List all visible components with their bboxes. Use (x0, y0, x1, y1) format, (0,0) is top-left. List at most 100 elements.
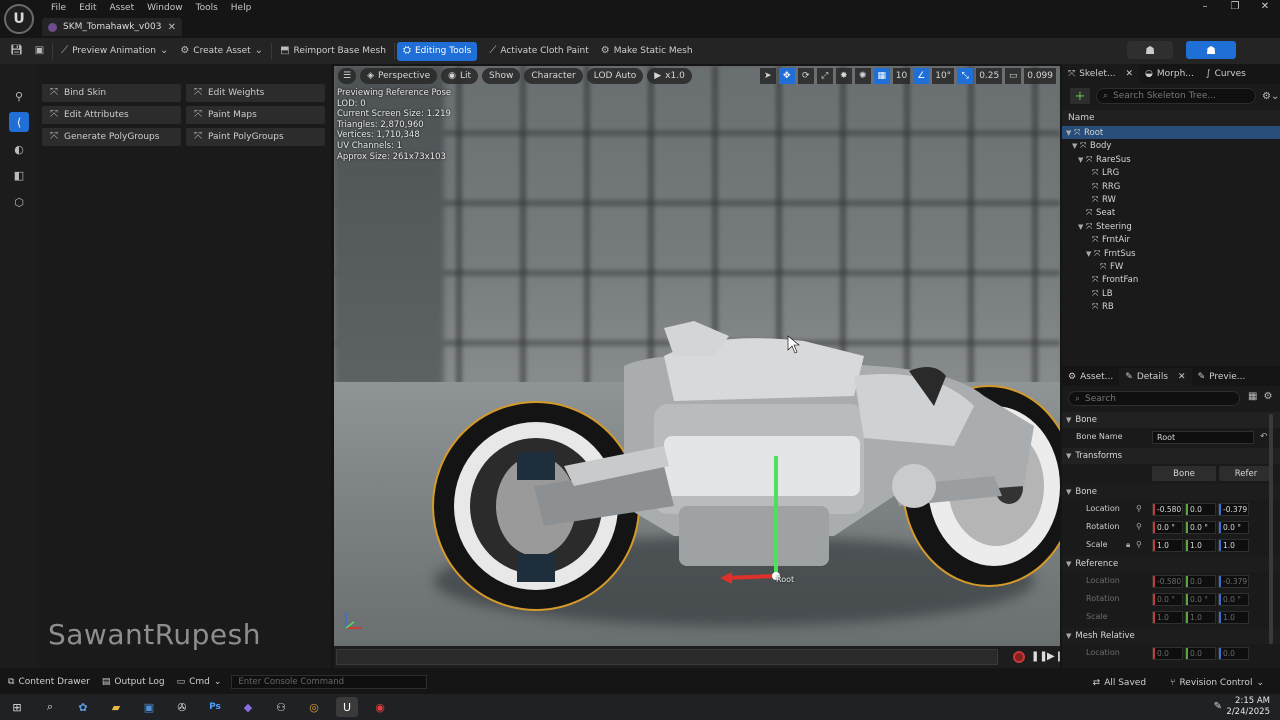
close-tab-icon[interactable]: ✕ (1126, 69, 1134, 79)
expand-arrow-icon[interactable]: ▼ (1086, 248, 1094, 261)
location-y-field[interactable]: 0.0 (1185, 503, 1216, 516)
taskbar-clock[interactable]: 2:15 AM 2/24/2025 (1226, 696, 1270, 718)
reset-rotation-icon[interactable]: ⚲ (1136, 522, 1142, 531)
menu-asset[interactable]: Asset (104, 2, 142, 16)
scale-snap-value[interactable]: 0.25 (976, 68, 1003, 84)
subsection-bone[interactable]: ▼ Bone (1062, 484, 1280, 500)
generate-polygroups-button[interactable]: ⤧ Generate PolyGroups (42, 128, 181, 146)
scale-mode-icon[interactable]: ⤢ (816, 68, 833, 84)
reimport-base-mesh-button[interactable]: ⬒ Reimport Base Mesh (274, 42, 392, 61)
location-z-field[interactable]: -0.379 (1218, 503, 1249, 516)
tree-row[interactable]: ⤧ RRG (1062, 180, 1280, 193)
rotation-y-field[interactable]: 0.0 ° (1185, 521, 1216, 534)
tree-row[interactable]: ⤧ RB (1062, 300, 1280, 313)
tree-row[interactable]: ⤧ LRG (1062, 166, 1280, 179)
reset-icon[interactable]: ↶ (1260, 432, 1268, 442)
photoshop-icon[interactable]: Ps (204, 697, 226, 717)
subsection-mesh-relative[interactable]: ▼ Mesh Relative (1062, 628, 1280, 644)
camera-speed-value[interactable]: 0.099 (1024, 68, 1056, 84)
paint-maps-button[interactable]: ⤧ Paint Maps (186, 106, 325, 124)
close-tab-icon[interactable]: ✕ (1178, 372, 1186, 382)
subsection-reference[interactable]: ▼ Reference (1062, 556, 1280, 572)
pause-icon[interactable]: ❚❚ (1031, 651, 1048, 662)
lod-button[interactable]: LOD Auto (586, 68, 644, 84)
location-x-field[interactable]: -0.580 (1152, 503, 1183, 516)
menu-help[interactable]: Help (225, 2, 259, 16)
editing-tools-button[interactable]: ⛭ Editing Tools (396, 41, 478, 61)
browse-button[interactable]: ▣ (29, 42, 50, 61)
playback-speed-button[interactable]: ▶ x1.0 (647, 68, 692, 84)
tree-row[interactable]: ▼ ⤧ Body (1062, 139, 1280, 152)
expand-arrow-icon[interactable]: ▼ (1066, 127, 1074, 140)
record-icon[interactable] (1013, 651, 1025, 663)
translate-mode-icon[interactable]: ✥ (778, 68, 795, 84)
skin-weights-icon[interactable]: ⟨ (9, 112, 29, 132)
tab-skeleton[interactable]: ⤧ Skelet... ✕ (1062, 64, 1140, 84)
menu-window[interactable]: Window (141, 2, 190, 16)
mesh-mode-button[interactable]: ☗ (1186, 41, 1236, 59)
bind-skin-button[interactable]: ⤧ Bind Skin (42, 84, 181, 102)
skeleton-mode-button[interactable]: ☗ (1127, 41, 1173, 59)
revision-control-button[interactable]: ⑂ Revision Control ⌄ (1164, 673, 1270, 693)
make-static-mesh-button[interactable]: ⚙ Make Static Mesh (595, 42, 699, 61)
tab-asset-details[interactable]: ⚙ Asset... (1062, 368, 1119, 386)
tree-row[interactable]: ⤧ FW (1062, 260, 1280, 273)
perspective-button[interactable]: ◈ Perspective (360, 68, 438, 84)
menu-edit[interactable]: Edit (73, 2, 103, 16)
preview-animation-button[interactable]: ⟋ Preview Animation ⌄ (55, 42, 174, 61)
details-search-input[interactable]: ⌕ Search (1068, 391, 1240, 406)
lock-icon[interactable]: 🔒︎ (1126, 540, 1130, 550)
grid-snap-icon[interactable]: ▦ (873, 68, 890, 84)
tab-morph[interactable]: ◒ Morph... (1139, 64, 1200, 84)
world-space-icon[interactable]: ✸ (835, 68, 852, 84)
grid-snap-value[interactable]: 10 (892, 68, 911, 84)
minimize-icon[interactable]: – (1190, 0, 1220, 14)
create-asset-button[interactable]: ⚙ Create Asset ⌄ (174, 42, 269, 61)
skin-tool-icon[interactable]: ⚲ (9, 86, 29, 106)
expand-arrow-icon[interactable]: ▼ (1078, 154, 1086, 167)
activate-cloth-paint-button[interactable]: ⟋ Activate Cloth Paint (483, 42, 594, 61)
file-explorer-icon[interactable]: ▰ (105, 697, 127, 717)
next-frame-icon[interactable]: ▶❙ (1047, 651, 1063, 662)
bone-space-button[interactable]: Bone (1152, 466, 1216, 481)
pen-tray-icon[interactable]: ✎ (1214, 701, 1222, 712)
store-icon[interactable]: ▣ (138, 697, 160, 717)
show-button[interactable]: Show (482, 68, 521, 84)
section-transforms[interactable]: ▼ Transforms (1062, 448, 1280, 464)
settings-gear-icon[interactable]: ⚙⌄ (1262, 91, 1279, 102)
unreal-engine-taskbar-icon[interactable]: U (336, 697, 358, 717)
search-icon[interactable]: ⌕ (39, 697, 61, 717)
tree-row[interactable]: ⤧ RW (1062, 193, 1280, 206)
rotate-mode-icon[interactable]: ⟳ (797, 68, 814, 84)
tab-preview-settings[interactable]: ✎ Previe... (1192, 368, 1252, 386)
document-tab[interactable]: SKM_Tomahawk_v003 ✕ (42, 18, 182, 36)
camera-speed-icon[interactable]: ▭ (1005, 68, 1022, 84)
table-view-icon[interactable]: ▦ (1248, 391, 1257, 402)
tab-details[interactable]: ✎ Details ✕ (1119, 368, 1192, 386)
output-log-button[interactable]: ▤ Output Log (96, 672, 171, 692)
scale-snap-icon[interactable]: ⤡ (957, 68, 974, 84)
tab-curves[interactable]: ∫ Curves (1200, 64, 1252, 84)
chrome-icon[interactable]: ◎ (303, 697, 325, 717)
rotation-z-field[interactable]: 0.0 ° (1218, 521, 1249, 534)
lit-button[interactable]: ◉ Lit (441, 68, 479, 84)
tree-row[interactable]: ▼ ⤧ Steering (1062, 220, 1280, 233)
details-scrollbar[interactable] (1269, 414, 1273, 644)
edit-weights-button[interactable]: ⤧ Edit Weights (186, 84, 325, 102)
app-blender-icon[interactable]: ◆ (237, 697, 259, 717)
expand-arrow-icon[interactable]: ▼ (1072, 140, 1080, 153)
scale-x-field[interactable]: 1.0 (1152, 539, 1183, 552)
content-drawer-button[interactable]: ⧉ Content Drawer (0, 672, 96, 692)
deform-tool-icon[interactable]: ◐ (9, 139, 29, 159)
section-bone[interactable]: ▼ Bone (1062, 412, 1280, 428)
select-mode-icon[interactable]: ➤ (759, 68, 776, 84)
mesh-tool-icon[interactable]: ◧ (9, 165, 29, 185)
all-saved-button[interactable]: ⇄ All Saved (1087, 673, 1152, 693)
rotation-snap-value[interactable]: 10° (932, 68, 955, 84)
tree-row[interactable]: ▼ ⤧ RareSus (1062, 153, 1280, 166)
bone-name-field[interactable]: Root (1152, 431, 1254, 444)
close-tab-icon[interactable]: ✕ (168, 22, 176, 33)
app-network-icon[interactable]: ✇ (171, 697, 193, 717)
unreal-logo-icon[interactable]: U (4, 4, 34, 34)
scale-z-field[interactable]: 1.0 (1218, 539, 1249, 552)
